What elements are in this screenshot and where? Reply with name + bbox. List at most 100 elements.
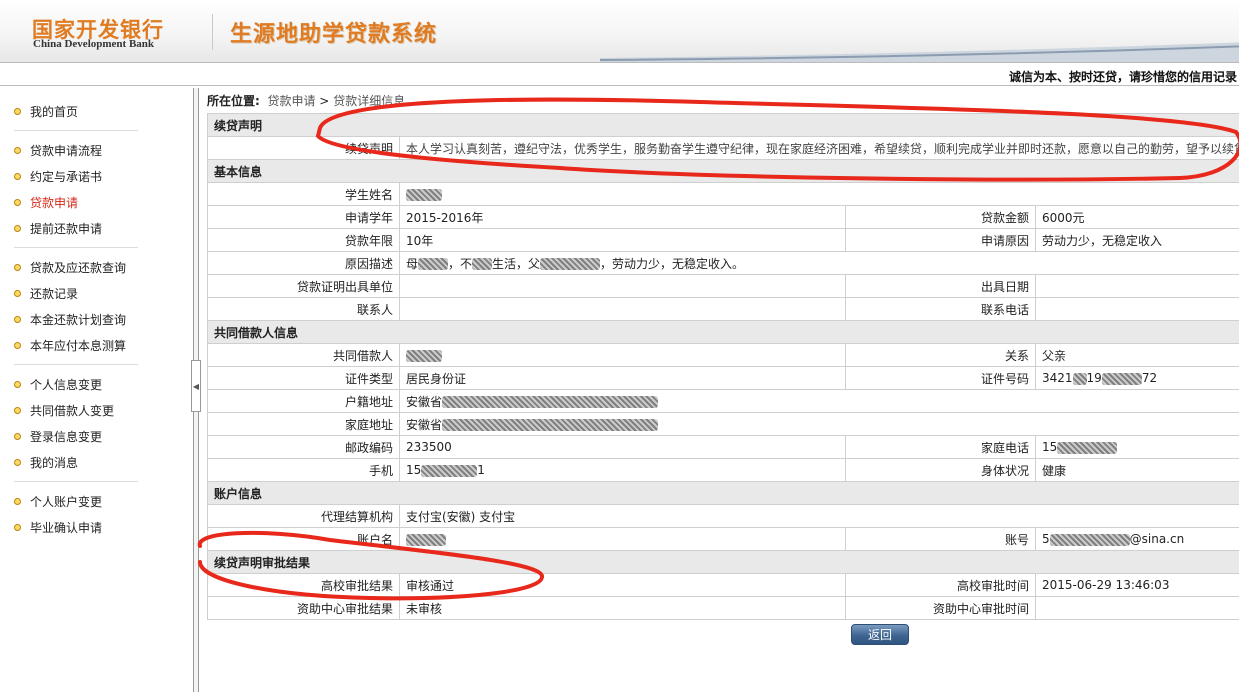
school-approval-time: 2015-06-29 13:46:03 [1034, 573, 1239, 597]
slogan-bar: 诚信为本、按时还贷，请珍惜您的信用记录 [0, 62, 1239, 86]
coborrower-name-value [399, 343, 846, 367]
field-label: 代理结算机构 [207, 504, 400, 528]
address-prefix: 安徽省 [406, 417, 443, 432]
mobile-part: 1 [477, 463, 485, 477]
field-label: 联系人 [207, 297, 400, 321]
field-label: 申请原因 [845, 228, 1036, 252]
home-phone-value: 15 [1034, 435, 1239, 459]
id-number-value: 3421 19 72 [1034, 366, 1239, 390]
bullet-icon [14, 146, 21, 154]
center-approval-result: 未审核 [399, 596, 846, 620]
table-row: 高校审批结果 审核通过 高校审批时间 2015-06-29 13:46:03 [207, 573, 1239, 597]
sidebar-item-label: 约定与承诺书 [30, 169, 103, 184]
sidebar-item-label: 毕业确认申请 [30, 520, 103, 535]
field-label: 贷款年限 [207, 228, 400, 252]
redacted-mark [406, 533, 446, 546]
postcode-value: 233500 [399, 435, 846, 459]
id-type-value: 居民身份证 [399, 366, 846, 390]
header-divider [212, 14, 213, 50]
id-number-part: 19 [1086, 371, 1102, 385]
redacted-mark [442, 396, 659, 408]
bullet-icon [14, 497, 21, 505]
nav-group-home: 我的首页 [14, 92, 138, 131]
reason-desc-part: 母 [406, 256, 419, 271]
reason-description-value: 母 ，不 生活，父 ，劳动力少，无稳定收入。 [398, 251, 1239, 275]
sidebar-item-label: 本金还款计划查询 [30, 312, 127, 327]
bank-name-en: China Development Bank [33, 38, 155, 50]
contact-phone-value [1034, 297, 1239, 321]
nav-group-account: 个人账户变更 毕业确认申请 [14, 482, 138, 546]
sidebar-item-early-repayment[interactable]: 提前还款申请 [14, 215, 138, 241]
redacted-mark [442, 419, 659, 431]
sidebar-item-label: 个人账户变更 [30, 494, 103, 509]
account-holder-value [399, 527, 846, 551]
sidebar-item-agreement[interactable]: 约定与承诺书 [14, 163, 138, 189]
field-label: 手机 [207, 458, 400, 482]
main-content: 所在位置: 贷款申请 > 贷款详细信息 续贷声明 续贷声明 本人学习认真刻苦，遵… [206, 91, 1239, 645]
sidebar-item-label: 还款记录 [30, 286, 79, 301]
sidebar-item-coborrower-change[interactable]: 共同借款人变更 [14, 397, 138, 423]
field-label: 贷款金额 [845, 205, 1036, 229]
sidebar-item-login-info[interactable]: 登录信息变更 [14, 423, 138, 449]
redacted-mark [1101, 372, 1142, 385]
sidebar-item-loan-application[interactable]: 贷款申请 [14, 189, 138, 215]
id-number-part: 3421 [1042, 371, 1073, 385]
breadcrumb-link-loan-application[interactable]: 贷款申请 [267, 94, 315, 108]
bullet-icon [14, 172, 21, 180]
loan-detail-table: 续贷声明 续贷声明 本人学习认真刻苦，遵纪守法，优秀学生，服务勤奋学生遵守纪律，… [206, 113, 1239, 620]
breadcrumb-label: 所在位置: [207, 94, 260, 108]
sidebar-item-loan-query[interactable]: 贷款及应还款查询 [14, 254, 138, 280]
section-header-coborrower: 共同借款人信息 [206, 320, 1239, 344]
field-label: 家庭地址 [207, 412, 400, 436]
field-label: 高校审批结果 [207, 573, 400, 597]
field-label: 学生姓名 [207, 182, 400, 206]
id-number-part: 72 [1141, 371, 1158, 385]
sidebar-item-application-process[interactable]: 贷款申请流程 [14, 137, 138, 163]
sidebar-item-label: 提前还款申请 [30, 221, 103, 236]
section-title: 账户信息 [206, 481, 1239, 505]
field-label: 账户名 [207, 527, 400, 551]
sidebar-item-account-change[interactable]: 个人账户变更 [14, 488, 138, 514]
sidebar-nav: 我的首页 贷款申请流程 约定与承诺书 贷款申请 提前还款申请 贷款及应还款查询 … [0, 92, 190, 692]
sidebar-item-label: 我的消息 [30, 455, 79, 470]
collapse-arrow-icon[interactable]: ◀ [191, 360, 201, 412]
nav-group-repayment: 贷款及应还款查询 还款记录 本金还款计划查询 本年应付本息测算 [14, 248, 138, 365]
table-row: 手机 15 1 身体状况 健康 [207, 458, 1239, 482]
loan-amount-value: 6000元 [1034, 205, 1239, 229]
loan-term-value: 10年 [399, 228, 846, 252]
redacted-mark [418, 258, 449, 270]
section-header-renewal-result: 续贷声明审批结果 [206, 550, 1239, 574]
field-label: 关系 [845, 343, 1036, 367]
account-number-value: 5 @sina.cn [1034, 527, 1239, 551]
sidebar-item-personal-info[interactable]: 个人信息变更 [14, 371, 138, 397]
field-label: 申请学年 [207, 205, 400, 229]
field-label: 账号 [845, 527, 1036, 551]
sidebar-item-graduation-confirm[interactable]: 毕业确认申请 [14, 514, 138, 540]
sidebar-item-home[interactable]: 我的首页 [14, 98, 138, 124]
section-header-basic: 基本信息 [206, 159, 1239, 183]
redacted-mark [540, 258, 601, 270]
sidebar-item-interest-calc[interactable]: 本年应付本息测算 [14, 332, 138, 358]
return-button[interactable]: 返回 [851, 624, 909, 645]
section-title: 基本信息 [206, 159, 1239, 183]
sidebar-splitter[interactable]: ◀ [191, 88, 201, 692]
sidebar-item-label: 贷款及应还款查询 [30, 260, 127, 275]
table-row: 联系人 联系电话 [207, 297, 1239, 321]
address-prefix: 安徽省 [406, 394, 443, 409]
slogan-text: 诚信为本、按时还贷，请珍惜您的信用记录 [1008, 70, 1237, 84]
bullet-icon [14, 198, 21, 206]
sidebar-item-principal-plan[interactable]: 本金还款计划查询 [14, 306, 138, 332]
bullet-icon [14, 107, 21, 115]
sidebar-item-repayment-records[interactable]: 还款记录 [14, 280, 138, 306]
cert-unit-value [399, 274, 846, 298]
sidebar-item-messages[interactable]: 我的消息 [14, 449, 138, 475]
agency-value: 支付宝(安徽) 支付宝 [398, 504, 1239, 528]
account-number-part: @sina.cn [1129, 532, 1185, 546]
redacted-mark [1072, 372, 1087, 385]
cert-date-value [1034, 274, 1239, 298]
academic-year-value: 2015-2016年 [399, 205, 846, 229]
system-title: 生源地助学贷款系统 [230, 22, 438, 47]
field-label: 原因描述 [207, 251, 400, 275]
table-row: 续贷声明 本人学习认真刻苦，遵纪守法，优秀学生，服务勤奋学生遵守纪律，现在家庭经… [207, 136, 1239, 160]
field-label: 续贷声明 [207, 136, 400, 160]
